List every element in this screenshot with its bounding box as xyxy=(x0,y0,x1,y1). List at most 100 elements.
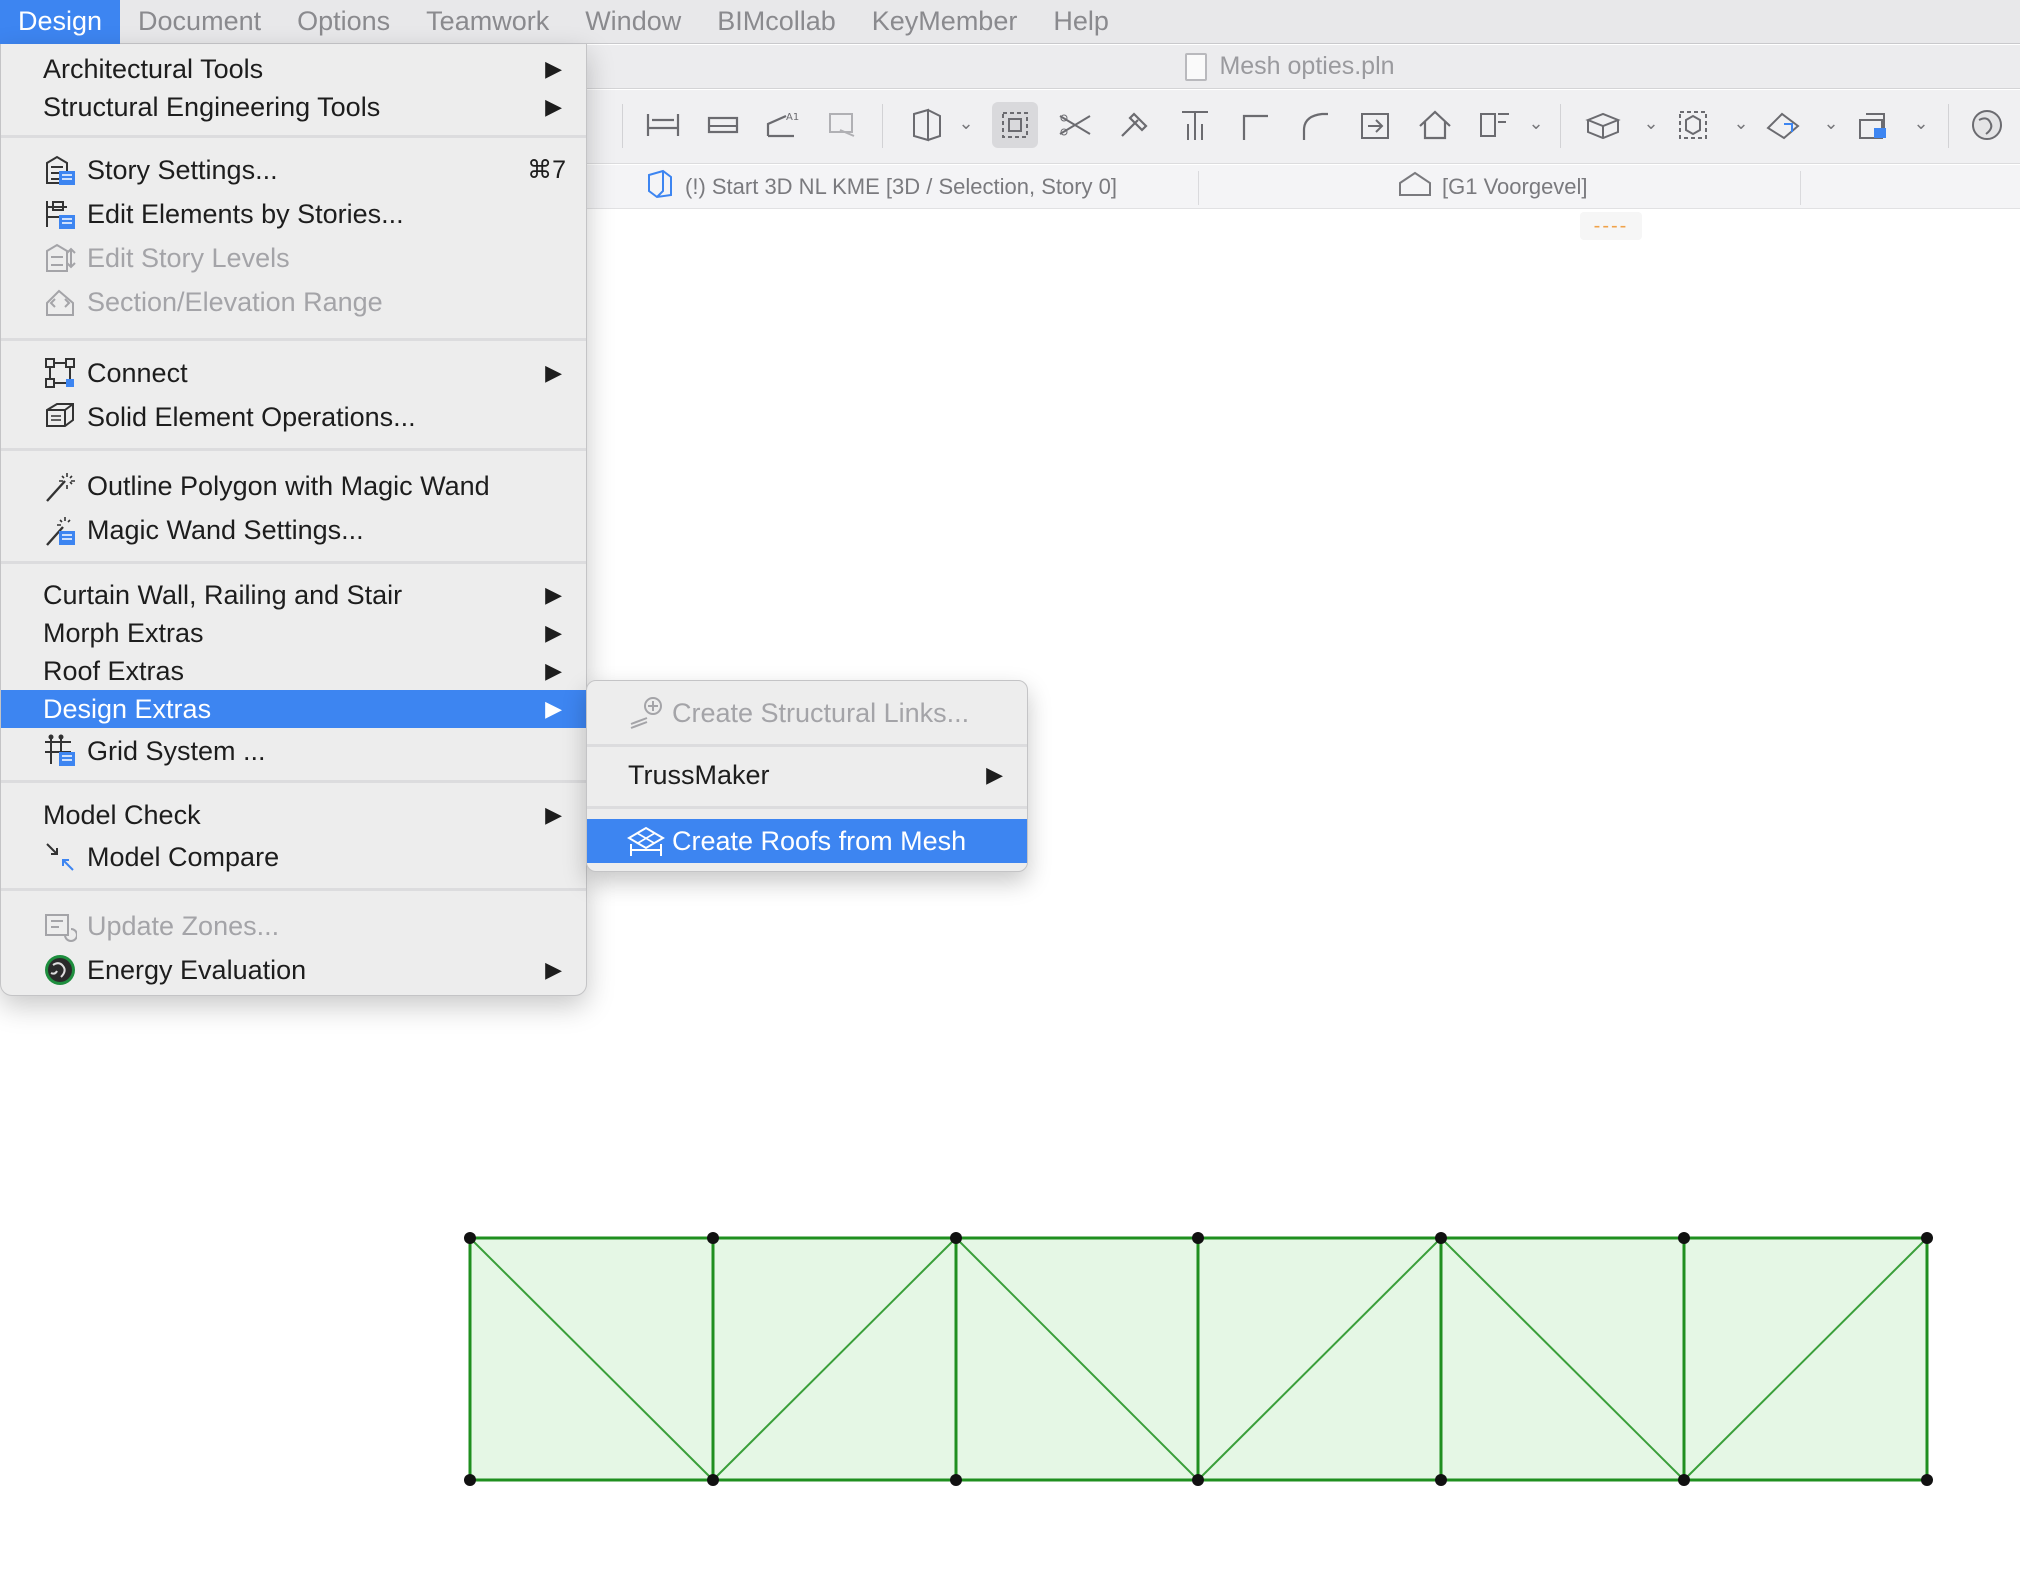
chevron-down-icon[interactable]: ⌄ xyxy=(1822,113,1840,133)
energy-globe-icon xyxy=(43,953,77,987)
offset-icon[interactable] xyxy=(1352,102,1398,148)
menu-item-morph-extras[interactable]: Morph Extras ▶ xyxy=(1,614,586,652)
menu-item-roof-extras[interactable]: Roof Extras ▶ xyxy=(1,652,586,690)
menu-item-label: Story Settings... xyxy=(87,154,278,185)
menu-window[interactable]: Window xyxy=(567,0,699,44)
mesh-node[interactable] xyxy=(464,1474,476,1486)
surface-icon[interactable] xyxy=(1760,102,1806,148)
menu-bimcollab[interactable]: BIMcollab xyxy=(699,0,854,44)
elevate-icon[interactable] xyxy=(1172,102,1218,148)
connect-icon xyxy=(43,356,77,390)
view-3d-icon[interactable] xyxy=(904,102,950,148)
fillet-icon[interactable] xyxy=(1292,102,1338,148)
menu-item-magic-wand-settings[interactable]: Magic Wand Settings... xyxy=(1,511,586,549)
level-dimension-icon[interactable] xyxy=(700,102,746,148)
edit-stories-icon xyxy=(43,197,77,231)
menu-item-label: Solid Element Operations... xyxy=(87,401,416,432)
document-icon xyxy=(1185,52,1208,81)
chevron-down-icon[interactable]: ⌄ xyxy=(1732,113,1750,133)
menu-item-structural-engineering-tools[interactable]: Structural Engineering Tools ▶ xyxy=(1,88,586,126)
menu-keymember[interactable]: KeyMember xyxy=(854,0,1036,44)
corner-icon[interactable] xyxy=(1232,102,1278,148)
mesh-node[interactable] xyxy=(1921,1232,1933,1244)
mesh-node[interactable] xyxy=(1921,1474,1933,1486)
menu-item-outline-polygon-magic-wand[interactable]: Outline Polygon with Magic Wand xyxy=(1,467,586,505)
mesh-node[interactable] xyxy=(464,1232,476,1244)
menu-item-model-compare[interactable]: Model Compare xyxy=(1,838,586,876)
menu-item-edit-elements-by-stories[interactable]: Edit Elements by Stories... xyxy=(1,195,586,233)
submenu-item-create-roofs-from-mesh[interactable]: Create Roofs from Mesh xyxy=(587,819,1027,863)
mesh-node[interactable] xyxy=(1435,1232,1447,1244)
chevron-down-icon[interactable]: ⌄ xyxy=(1642,113,1660,133)
chevron-down-icon[interactable]: ⌄ xyxy=(1912,113,1930,133)
menu-item-grid-system[interactable]: Grid System ... xyxy=(1,732,586,770)
window-title: Mesh opties.pln xyxy=(1219,52,1395,80)
adjust-icon[interactable] xyxy=(1112,102,1158,148)
mesh-truss-drawing[interactable] xyxy=(450,1220,1950,1510)
mesh-node[interactable] xyxy=(707,1232,719,1244)
chevron-down-icon[interactable]: ⌄ xyxy=(957,113,975,133)
menu-item-label: Model Check xyxy=(43,799,201,830)
magic-wand-settings-icon xyxy=(43,513,77,547)
menu-design[interactable]: Design xyxy=(0,0,121,44)
globe-icon[interactable] xyxy=(1964,102,2010,148)
menu-bar: Design Document Options Teamwork Window … xyxy=(0,0,2020,44)
dimension-tool-icon[interactable] xyxy=(640,102,686,148)
submenu-arrow-icon: ▶ xyxy=(986,762,1003,787)
tab-elevation[interactable]: [G1 Voorgevel] xyxy=(1398,165,1588,209)
trim-icon[interactable] xyxy=(1052,102,1098,148)
menu-item-connect[interactable]: Connect ▶ xyxy=(1,354,586,392)
menu-item-solid-element-operations[interactable]: Solid Element Operations... xyxy=(1,398,586,436)
chevron-down-icon[interactable]: ⌄ xyxy=(1527,113,1545,133)
menu-document[interactable]: Document xyxy=(120,0,279,44)
menu-item-model-check[interactable]: Model Check ▶ xyxy=(1,796,586,834)
mesh-node[interactable] xyxy=(707,1474,719,1486)
menu-item-edit-story-levels[interactable]: Edit Story Levels xyxy=(1,239,586,277)
menu-item-energy-evaluation[interactable]: Energy Evaluation ▶ xyxy=(1,951,586,989)
publish-icon[interactable] xyxy=(1850,102,1896,148)
marquee-selection-icon[interactable] xyxy=(992,102,1038,148)
submenu-arrow-icon: ▶ xyxy=(545,360,562,385)
box-select-icon[interactable] xyxy=(1670,102,1716,148)
model-compare-icon xyxy=(43,840,77,874)
house-outline-icon xyxy=(1398,169,1432,205)
mesh-node[interactable] xyxy=(950,1232,962,1244)
menu-teamwork[interactable]: Teamwork xyxy=(408,0,567,44)
mesh-node[interactable] xyxy=(1678,1474,1690,1486)
mesh-panels xyxy=(468,1236,1929,1482)
menu-item-design-extras[interactable]: Design Extras ▶ xyxy=(1,690,586,728)
submenu-arrow-icon: ▶ xyxy=(545,94,562,119)
menu-item-label: Design Extras xyxy=(43,693,212,724)
mesh-node[interactable] xyxy=(1435,1474,1447,1486)
menu-options[interactable]: Options xyxy=(279,0,408,44)
structural-link-icon xyxy=(627,694,665,732)
tab-elevation-label: [G1 Voorgevel] xyxy=(1442,174,1588,199)
submenu-arrow-icon: ▶ xyxy=(545,620,562,645)
submenu-arrow-icon: ▶ xyxy=(545,802,562,827)
mesh-node[interactable] xyxy=(1192,1232,1204,1244)
menu-item-architectural-tools[interactable]: Architectural Tools ▶ xyxy=(1,50,586,88)
menu-help[interactable]: Help xyxy=(1035,0,1127,44)
mesh-node[interactable] xyxy=(1678,1232,1690,1244)
change-tool-icon[interactable] xyxy=(820,102,866,148)
text-label-icon[interactable]: A1 xyxy=(760,102,806,148)
canvas-marker: ---- xyxy=(1580,212,1642,240)
submenu-item-create-structural-links[interactable]: Create Structural Links... xyxy=(587,691,1027,735)
menu-item-curtain-wall-railing-stair[interactable]: Curtain Wall, Railing and Stair ▶ xyxy=(1,576,586,614)
menu-item-label: Energy Evaluation xyxy=(87,954,307,985)
submenu-item-trussmaker[interactable]: TrussMaker ▶ xyxy=(587,753,1027,797)
solid-operations-icon xyxy=(43,400,77,434)
menu-item-section-elevation-range[interactable]: Section/Elevation Range xyxy=(1,283,586,321)
roof-icon[interactable] xyxy=(1412,102,1458,148)
design-extras-submenu: Create Structural Links... TrussMaker ▶ … xyxy=(586,680,1028,872)
roof-mesh-icon xyxy=(627,822,665,860)
tab-3d-view[interactable]: (!) Start 3D NL KME [3D / Selection, Sto… xyxy=(645,165,1117,209)
mesh-node[interactable] xyxy=(950,1474,962,1486)
story-settings-icon xyxy=(43,153,77,187)
layout-icon[interactable] xyxy=(1472,102,1518,148)
menu-item-story-settings[interactable]: Story Settings... ⌘7 xyxy=(1,151,586,189)
svg-text:A1: A1 xyxy=(786,112,799,123)
layers-icon[interactable] xyxy=(1580,102,1626,148)
mesh-node[interactable] xyxy=(1192,1474,1204,1486)
menu-item-update-zones[interactable]: Update Zones... xyxy=(1,907,586,945)
